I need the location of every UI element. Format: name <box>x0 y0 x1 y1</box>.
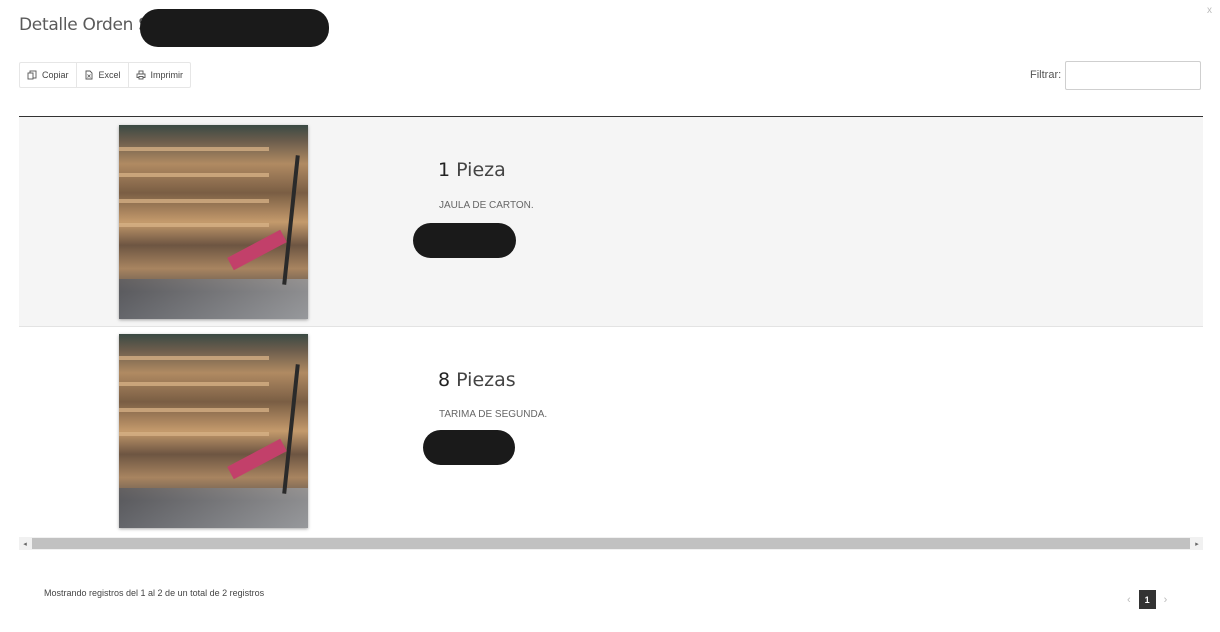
scrollbar-thumb[interactable] <box>32 538 1190 549</box>
redacted-order-number <box>140 9 329 47</box>
quantity-value: 1 <box>438 159 451 181</box>
prev-page-button[interactable]: ‹ <box>1127 594 1131 606</box>
print-button[interactable]: Imprimir <box>129 63 191 87</box>
quantity-value: 8 <box>438 369 451 391</box>
product-image[interactable] <box>119 334 308 528</box>
scroll-right-arrow-icon[interactable]: ▸ <box>1191 537 1203 550</box>
product-image[interactable] <box>119 125 308 319</box>
quantity-unit: Pieza <box>456 159 506 181</box>
page-button-current[interactable]: 1 <box>1138 590 1156 609</box>
item-quantity: 1 Pieza <box>438 159 506 181</box>
filter-input[interactable] <box>1065 61 1201 90</box>
scroll-left-arrow-icon[interactable]: ◂ <box>19 537 31 550</box>
pagination: ‹ 1 › <box>1127 590 1167 609</box>
item-description: JAULA DE CARTON. <box>439 200 534 211</box>
horizontal-scrollbar[interactable]: ◂ ▸ <box>19 537 1203 550</box>
filter-label: Filtrar: <box>1030 69 1062 81</box>
file-excel-icon <box>85 70 92 80</box>
excel-button-label: Excel <box>98 70 121 80</box>
print-button-label: Imprimir <box>150 70 184 80</box>
excel-button[interactable]: Excel <box>77 63 129 87</box>
copy-button[interactable]: Copiar <box>20 63 77 87</box>
copy-button-label: Copiar <box>42 70 69 80</box>
export-button-group: Copiar Excel Imprimir <box>19 62 192 88</box>
table-info: Mostrando registros del 1 al 2 de un tot… <box>44 588 265 598</box>
table-row[interactable]: 8 Piezas TARIMA DE SEGUNDA. <box>19 327 1203 535</box>
item-quantity: 8 Piezas <box>438 369 516 391</box>
item-description: TARIMA DE SEGUNDA. <box>439 409 548 420</box>
quantity-unit: Piezas <box>456 369 516 391</box>
redacted-code <box>423 430 515 465</box>
close-button[interactable]: x <box>1207 5 1212 16</box>
table-row[interactable]: 1 Pieza JAULA DE CARTON. <box>19 117 1203 327</box>
print-icon <box>136 70 145 80</box>
copy-icon <box>27 70 37 80</box>
next-page-button[interactable]: › <box>1164 594 1168 606</box>
redacted-code <box>413 223 516 258</box>
